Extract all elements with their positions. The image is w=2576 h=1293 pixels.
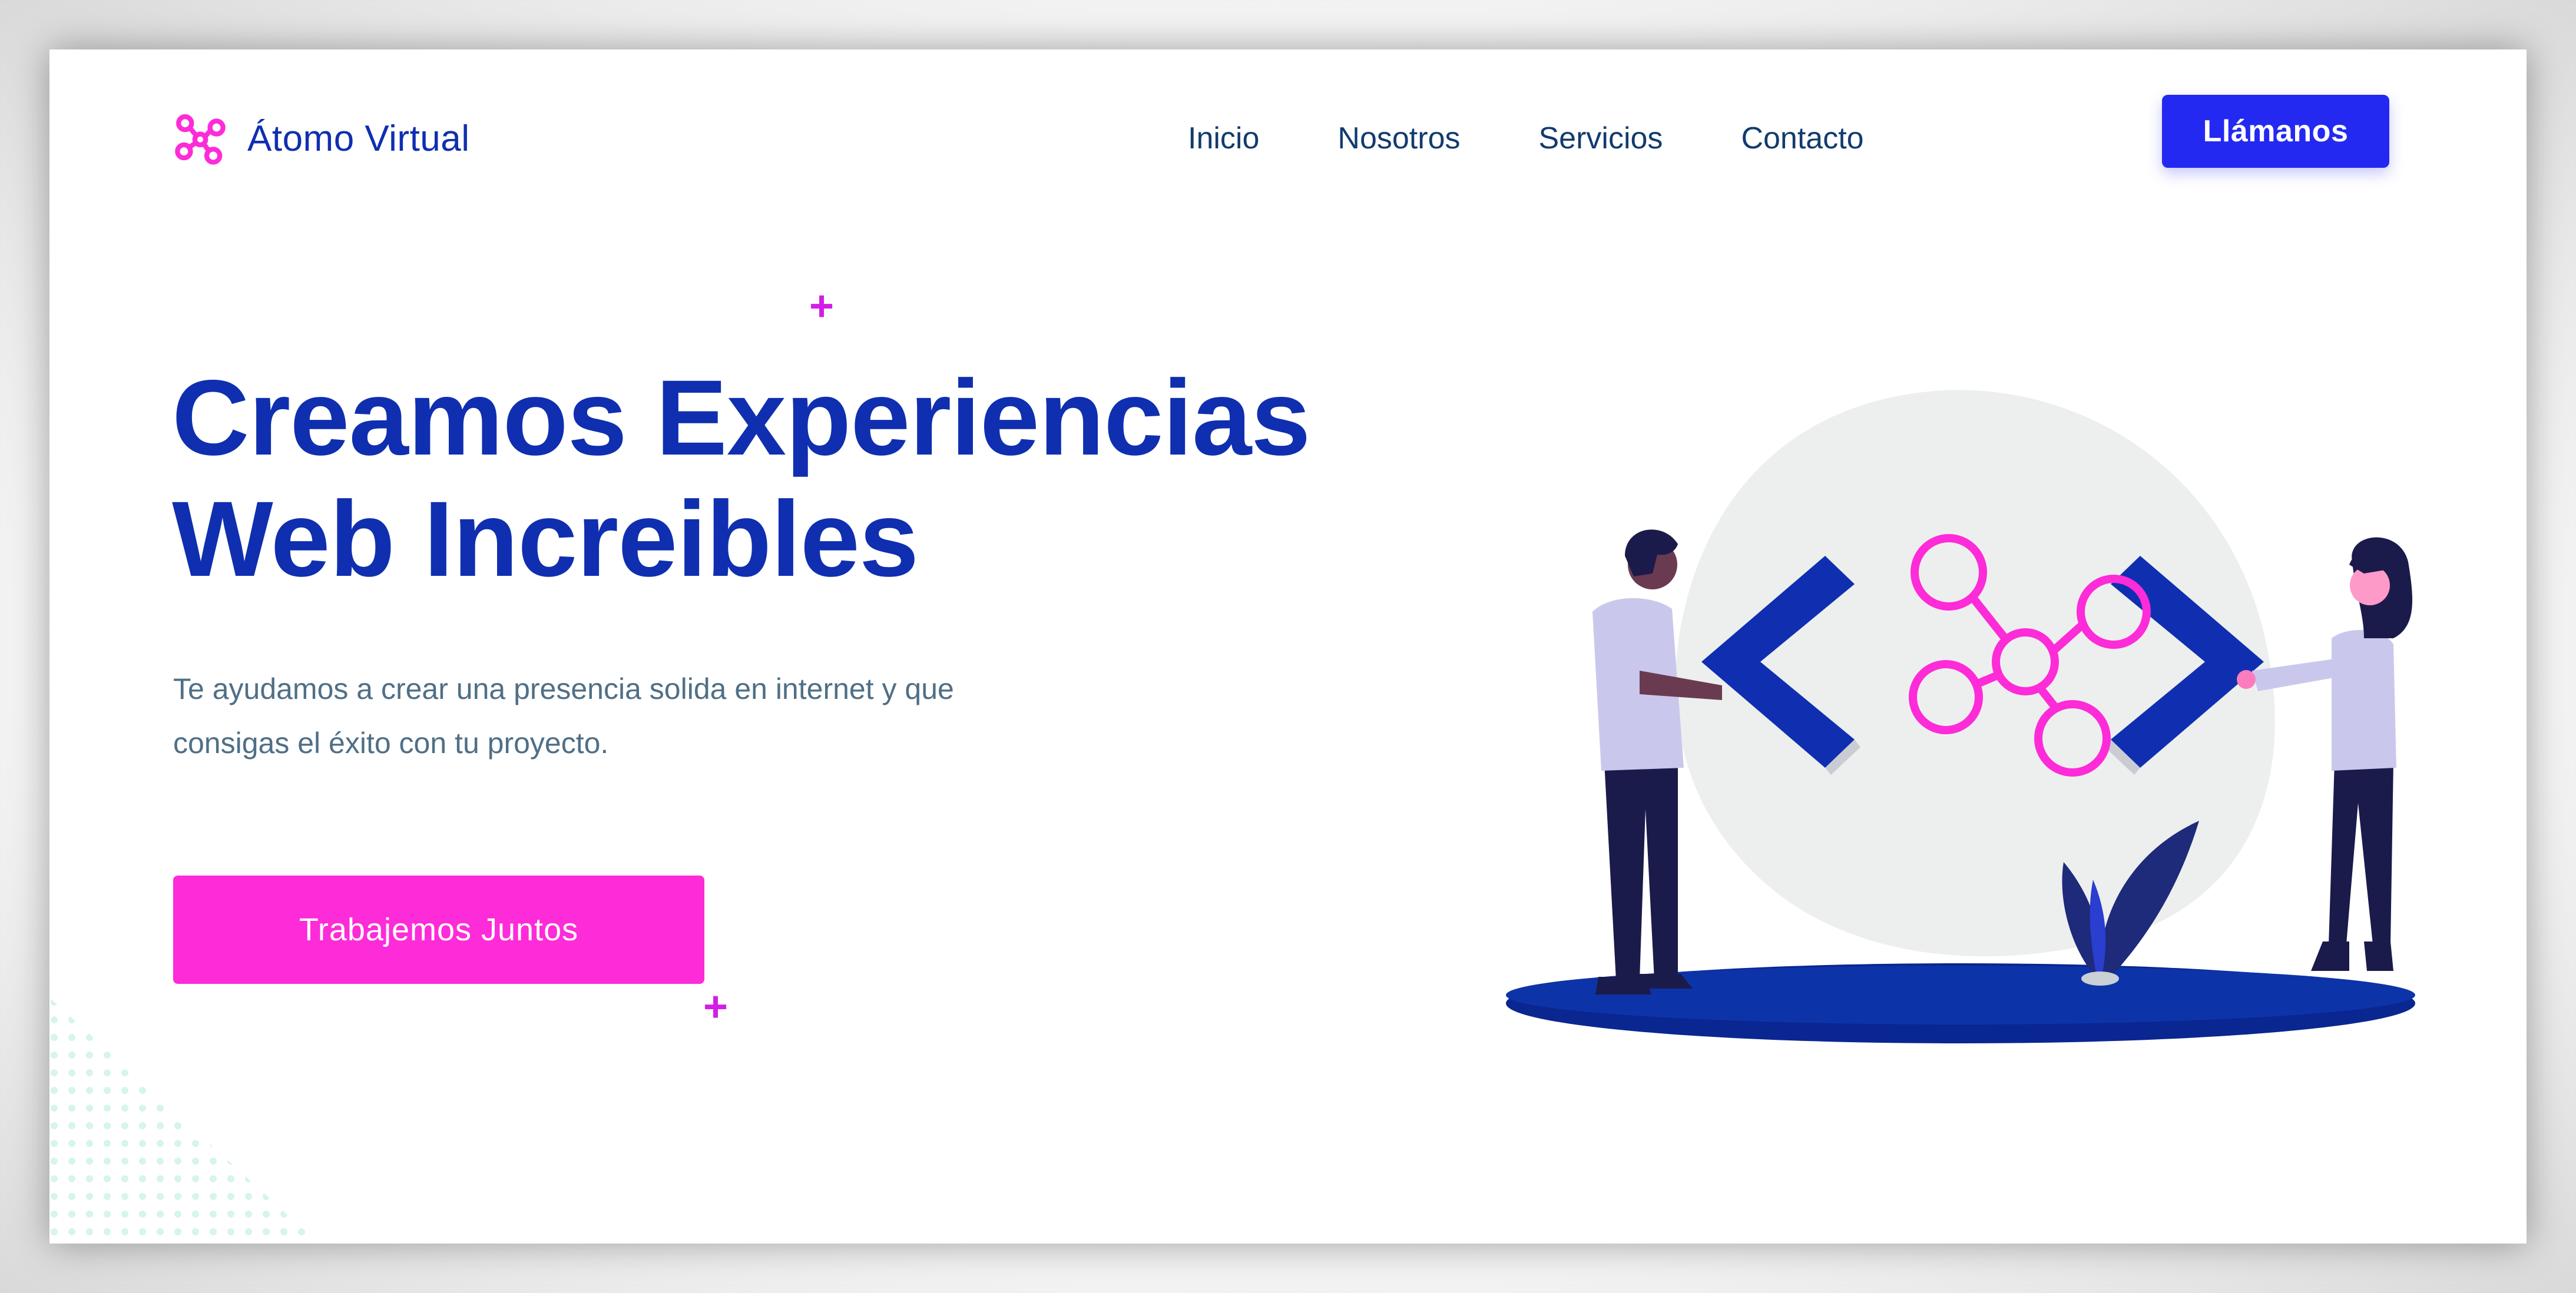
molecule-icon xyxy=(175,114,226,165)
nav-link-nosotros[interactable]: Nosotros xyxy=(1337,121,1460,156)
hero-subtitle-line-1: Te ayudamos a crear una presencia solida… xyxy=(173,672,954,705)
nav-link-inicio[interactable]: Inicio xyxy=(1188,121,1259,156)
call-us-button[interactable]: Llámanos xyxy=(2162,95,2389,168)
main-nav: Inicio Nosotros Servicios Contacto xyxy=(1188,106,1864,171)
nav-link-contacto[interactable]: Contacto xyxy=(1741,121,1863,156)
hero-title-line-1: Creamos Experiencias xyxy=(172,357,1311,478)
work-together-button[interactable]: Trabajemos Juntos xyxy=(173,876,704,984)
plus-decoration-top: + xyxy=(809,283,835,330)
hero-title: Creamos Experiencias Web Increibles xyxy=(172,357,1585,599)
landing-page: Átomo Virtual Inicio Nosotros Servicios … xyxy=(49,49,2527,1244)
brand-name: Átomo Virtual xyxy=(247,118,470,159)
hero-subtitle-line-2: consigas el éxito con tu proyecto. xyxy=(173,727,609,760)
brand[interactable]: Átomo Virtual xyxy=(173,106,470,171)
plus-decoration-bottom: + xyxy=(703,983,729,1030)
dot-pattern-decoration xyxy=(49,997,320,1244)
nav-link-servicios[interactable]: Servicios xyxy=(1538,121,1663,156)
hero-subtitle: Te ayudamos a crear una presencia solida… xyxy=(173,662,1174,770)
hero-title-line-2: Web Increibles xyxy=(172,479,919,599)
hero-illustration xyxy=(1506,390,2415,1043)
